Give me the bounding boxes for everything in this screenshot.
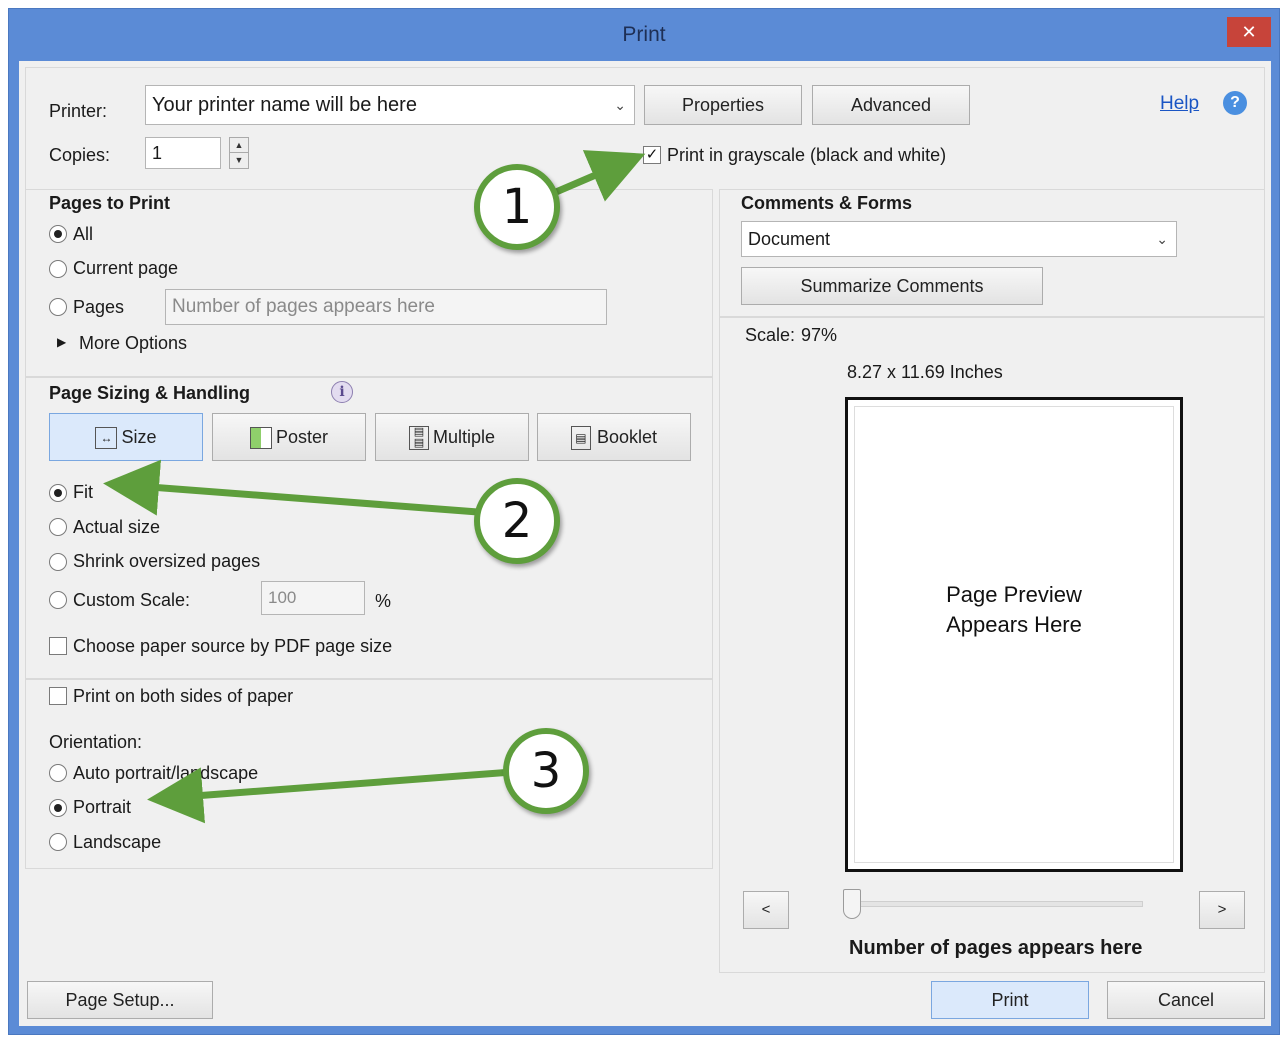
arrow-3 <box>147 767 513 824</box>
arrow-1 <box>554 150 646 202</box>
arrow-2 <box>103 459 479 516</box>
callout-3: 3 <box>503 728 589 814</box>
callout-1: 1 <box>474 164 560 250</box>
callout-2: 2 <box>474 478 560 564</box>
annotation-arrows <box>103 150 646 824</box>
